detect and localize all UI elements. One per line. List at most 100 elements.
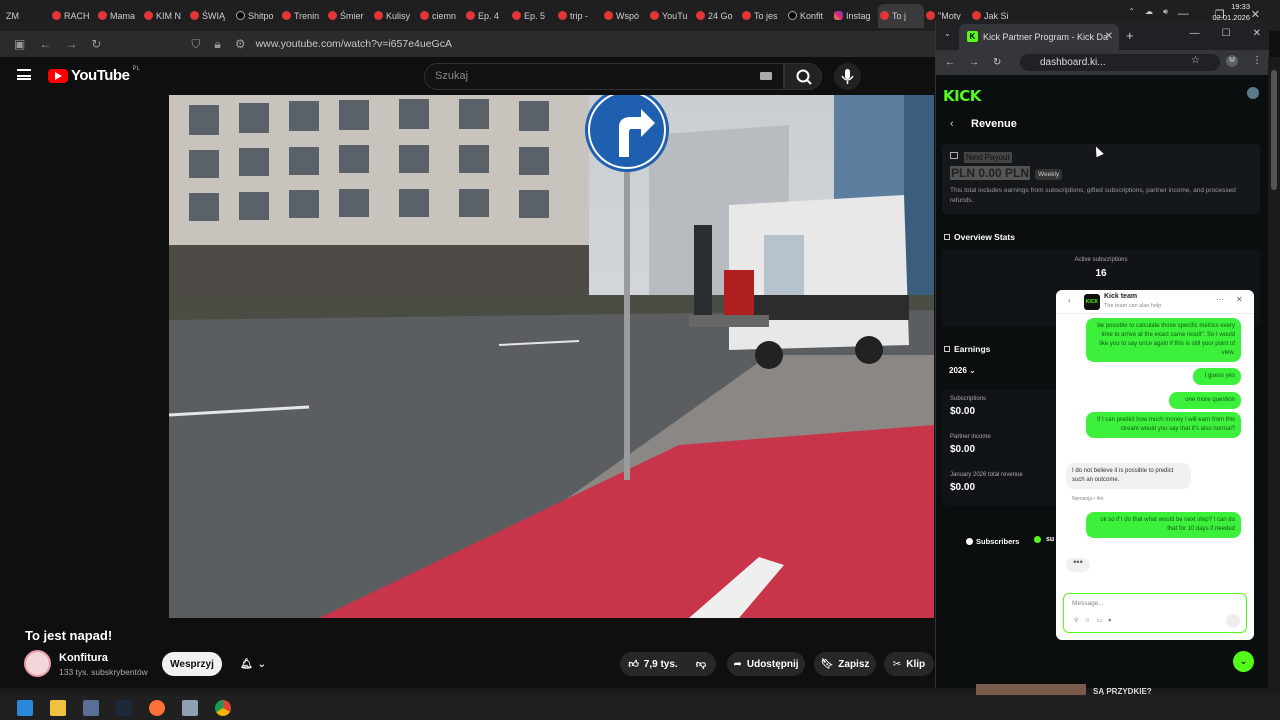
new-tab-icon[interactable]: + [1126, 28, 1134, 43]
browser-tab[interactable]: 24 Go [694, 4, 740, 28]
youtube-icon [466, 11, 475, 20]
send-button[interactable] [1226, 614, 1240, 628]
browser-tab[interactable]: Kulisy [372, 4, 418, 28]
start-icon[interactable] [17, 699, 33, 716]
shield-icon[interactable]: ⛉ [191, 37, 200, 52]
browser-tab[interactable]: Śmier [326, 4, 372, 28]
close-icon[interactable]: ✕ [1236, 295, 1243, 304]
clip-button[interactable]: ✂ Klip [884, 652, 934, 676]
reload-icon[interactable]: ↻ [91, 37, 101, 51]
back-icon[interactable]: ← [39, 37, 51, 51]
user-avatar[interactable] [1247, 87, 1259, 99]
tab-search-icon[interactable]: ⌄ [944, 29, 951, 38]
youtube-icon [420, 11, 429, 20]
share-button[interactable]: ➦ Udostępnij [727, 652, 805, 676]
minimize-icon[interactable]: — [1190, 28, 1200, 39]
browser-tab[interactable]: KIM N [142, 4, 188, 28]
browser-tab[interactable]: Trenin [280, 4, 326, 28]
browser-tab-label: Kulisy [386, 10, 411, 21]
save-button[interactable]: 🔖︎ Zapisz [814, 652, 876, 676]
taskbar-clock[interactable]: 19:33 02.01.2026 [1212, 1, 1250, 23]
browser-tab[interactable]: ciemn [418, 4, 464, 28]
browser-tab[interactable]: RACH [50, 4, 96, 28]
reload-icon[interactable]: ↻ [993, 57, 1001, 68]
browser-tab[interactable]: trip - [556, 4, 602, 28]
browser-tab[interactable]: YouTu [648, 4, 694, 28]
youtube-icon [282, 11, 291, 20]
site-settings-icon[interactable]: ⚙ [235, 37, 246, 51]
chat-team-subtitle: The team can also help [1104, 303, 1162, 309]
youtube-icon [512, 11, 521, 20]
chrome-icon[interactable] [215, 699, 231, 716]
typing-indicator: ••• [1066, 558, 1090, 572]
browser-tab[interactable]: To j [878, 3, 924, 28]
firefox-icon[interactable] [149, 699, 165, 716]
browser-tab[interactable]: Ep. 5 [510, 4, 556, 28]
chat-message-input[interactable]: Message... ⚲☺▭⏺ [1063, 593, 1247, 633]
steam-icon[interactable] [116, 699, 132, 716]
kick-active-tab[interactable]: K Kick Partner Program - Kick Da ✕ [959, 24, 1119, 50]
save-label: Zapisz [838, 658, 870, 670]
browser-tab[interactable]: To jes [740, 4, 786, 28]
app-icon[interactable] [182, 699, 198, 716]
attachment-icons[interactable]: ⚲☺▭⏺ [1074, 617, 1117, 625]
browser-tab[interactable]: Mama [96, 4, 142, 28]
browser-tab-label: YouTu [662, 10, 688, 21]
x-icon [236, 11, 245, 20]
network-icon[interactable]: ☁ [1145, 7, 1153, 17]
channel-avatar[interactable] [24, 650, 51, 677]
back-icon[interactable]: ← [945, 57, 955, 68]
earnings-label: Partner income [950, 434, 991, 440]
microphone-button[interactable] [834, 63, 861, 90]
video-frame [169, 95, 934, 618]
notification-bell-button[interactable]: 🔔︎ ⌄ [229, 652, 277, 676]
stats-icon [944, 234, 950, 240]
star-icon[interactable]: ☆ [1191, 55, 1200, 66]
more-icon[interactable]: ⋮ [1252, 55, 1262, 66]
tab-close-icon[interactable]: ✕ [1105, 31, 1113, 42]
maximize-icon[interactable]: ☐ [1222, 28, 1231, 39]
earnings-icon [944, 346, 950, 352]
profile-avatar[interactable]: M [1226, 55, 1238, 67]
back-icon[interactable]: ‹ [1068, 296, 1071, 305]
app-icon[interactable] [83, 699, 99, 716]
youtube-logo[interactable]: YouTube PL [48, 66, 140, 84]
url-text[interactable]: www.youtube.com/watch?v=i657e4ueGcA [256, 38, 452, 50]
youtube-icon [650, 11, 659, 20]
close-icon[interactable]: ✕ [1253, 28, 1261, 39]
forward-icon[interactable]: → [969, 57, 979, 68]
dislike-button[interactable]: 👎︎ [686, 652, 716, 676]
chat-launcher-button[interactable]: ⌄ [1233, 651, 1254, 672]
volume-icon[interactable]: 🔊︎ [1163, 7, 1168, 17]
browser-tab[interactable]: ŚWIĄ [188, 4, 234, 28]
legend-subscribers[interactable]: Subscribers [966, 537, 1019, 546]
kick-url-field[interactable]: dashboard.ki... [1020, 54, 1220, 71]
channel-name[interactable]: Konfitura [59, 652, 108, 664]
file-explorer-icon[interactable] [50, 699, 66, 716]
more-options-icon[interactable]: ⋯ [1216, 295, 1224, 304]
browser-tab[interactable]: Wspó [602, 4, 648, 28]
sidebar-toggle-icon[interactable]: ▣ [14, 37, 25, 51]
forward-icon[interactable]: → [65, 37, 77, 51]
kick-logo[interactable]: KICK [943, 87, 981, 105]
youtube-icon [926, 11, 935, 20]
back-arrow-icon[interactable]: ‹ [950, 118, 954, 130]
keyboard-icon[interactable] [760, 72, 772, 80]
browser-tab[interactable]: Instag [832, 4, 878, 28]
year-selector[interactable]: 2026 ⌄ [949, 366, 976, 375]
menu-icon[interactable] [17, 69, 31, 80]
scrollbar-thumb[interactable] [1271, 70, 1277, 190]
search-input[interactable]: Szukaj [424, 63, 784, 90]
support-button[interactable]: Wesprzyj [162, 652, 222, 676]
browser-tab[interactable]: Ep. 4 [464, 4, 510, 28]
search-button[interactable] [784, 63, 822, 90]
like-button[interactable]: 👍︎ 7,9 tys. [620, 652, 686, 676]
legend-other[interactable]: su [1046, 536, 1054, 543]
browser-tab[interactable]: Shitpo [234, 4, 280, 28]
browser-tab[interactable]: Konfit [786, 4, 832, 28]
earnings-card: Subscriptions $0.00 Partner income $0.00… [942, 390, 1062, 505]
chevron-up-icon[interactable]: ⌃ [1128, 7, 1135, 17]
payout-description: This total includes earnings from subscr… [950, 187, 1236, 204]
video-player[interactable] [169, 95, 934, 618]
browser-tab[interactable]: ZM [4, 4, 50, 28]
